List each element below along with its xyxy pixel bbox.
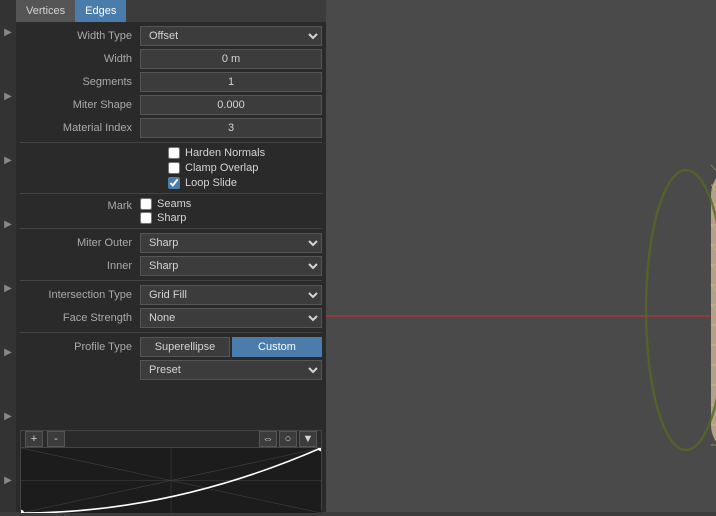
miter-shape-label: Miter Shape — [20, 99, 140, 111]
harden-normals-checkbox[interactable] — [168, 147, 180, 159]
curve-svg — [21, 448, 321, 513]
curve-remove-btn[interactable]: - — [47, 431, 65, 447]
tab-vertices[interactable]: Vertices — [16, 0, 75, 22]
inner-label: Inner — [20, 260, 140, 272]
curve-canvas[interactable] — [21, 448, 321, 513]
intersection-type-label: Intersection Type — [20, 289, 140, 301]
segments-label: Segments — [20, 76, 140, 88]
loop-slide-row: Loop Slide — [20, 177, 322, 189]
properties-panel: Width Type Offset Width Depth Height Wid… — [16, 22, 326, 428]
custom-btn[interactable]: Custom — [232, 337, 322, 357]
tab-edges[interactable]: Edges — [75, 0, 126, 22]
nav-arrow-8[interactable]: ▶ — [4, 475, 12, 486]
curve-editor: + - ⇔ ○ ▼ — [20, 430, 322, 510]
face-strength-label: Face Strength — [20, 312, 140, 324]
width-type-label: Width Type — [20, 30, 140, 42]
side-nav: ▶ ▶ ▶ ▶ ▶ ▶ ▶ ▶ — [0, 0, 16, 512]
clamp-overlap-label: Clamp Overlap — [185, 162, 258, 174]
preset-row: Preset — [20, 360, 322, 380]
curve-display-btn1[interactable]: ⇔ — [259, 431, 277, 447]
sharp-label: Sharp — [157, 212, 186, 224]
curve-toolbar: + - ⇔ ○ ▼ — [21, 431, 321, 448]
nav-arrow-7[interactable]: ▶ — [4, 411, 12, 422]
intersection-type-row: Intersection Type Grid Fill Cutoff Inner… — [20, 285, 322, 305]
nav-arrow-5[interactable]: ▶ — [4, 283, 12, 294]
curve-settings-btn[interactable]: ▼ — [299, 431, 317, 447]
harden-normals-row: Harden Normals — [20, 147, 322, 159]
width-row: Width — [20, 49, 322, 69]
mark-section: Mark Seams Sharp — [20, 198, 322, 224]
clamp-overlap-row: Clamp Overlap — [20, 162, 322, 174]
seams-row: Seams — [140, 198, 191, 210]
material-index-row: Material Index — [20, 118, 322, 138]
miter-outer-label: Miter Outer — [20, 237, 140, 249]
miter-outer-row: Miter Outer Sharp Patch Arc — [20, 233, 322, 253]
width-input[interactable] — [140, 49, 322, 69]
seams-checkbox[interactable] — [140, 198, 152, 210]
profile-type-row: Profile Type Superellipse Custom — [20, 337, 322, 357]
top-tabs: Vertices Edges — [16, 0, 326, 22]
harden-normals-label: Harden Normals — [185, 147, 265, 159]
width-type-dropdown[interactable]: Offset Width Depth Height — [140, 26, 322, 46]
face-strength-row: Face Strength None New Affected All — [20, 308, 322, 328]
viewport[interactable] — [326, 0, 716, 512]
miter-outer-dropdown[interactable]: Sharp Patch Arc — [140, 233, 322, 253]
loop-slide-checkbox[interactable] — [168, 177, 180, 189]
inner-row: Inner Sharp Patch Arc — [20, 256, 322, 276]
superellipse-btn[interactable]: Superellipse — [140, 337, 230, 357]
segments-row: Segments — [20, 72, 322, 92]
curve-add-btn[interactable]: + — [25, 431, 43, 447]
nav-arrow-1[interactable]: ▶ — [4, 27, 12, 38]
material-index-input[interactable] — [140, 118, 322, 138]
face-strength-dropdown[interactable]: None New Affected All — [140, 308, 322, 328]
clamp-overlap-checkbox[interactable] — [168, 162, 180, 174]
viewport-svg — [326, 0, 716, 512]
loop-slide-label: Loop Slide — [185, 177, 237, 189]
curve-display-btn2[interactable]: ○ — [279, 431, 297, 447]
material-index-label: Material Index — [20, 122, 140, 134]
miter-shape-input[interactable] — [140, 95, 322, 115]
width-type-row: Width Type Offset Width Depth Height — [20, 26, 322, 46]
nav-arrow-2[interactable]: ▶ — [4, 91, 12, 102]
seams-label: Seams — [157, 198, 191, 210]
sharp-row: Sharp — [140, 212, 191, 224]
segments-input[interactable] — [140, 72, 322, 92]
preset-dropdown[interactable]: Preset — [140, 360, 322, 380]
width-label: Width — [20, 53, 140, 65]
nav-arrow-6[interactable]: ▶ — [4, 347, 12, 358]
miter-shape-row: Miter Shape — [20, 95, 322, 115]
intersection-type-dropdown[interactable]: Grid Fill Cutoff Innerface — [140, 285, 322, 305]
mark-label: Mark — [20, 198, 140, 212]
inner-dropdown[interactable]: Sharp Patch Arc — [140, 256, 322, 276]
nav-arrow-4[interactable]: ▶ — [4, 219, 12, 230]
profile-type-label: Profile Type — [20, 341, 140, 353]
sharp-checkbox[interactable] — [140, 212, 152, 224]
nav-arrow-3[interactable]: ▶ — [4, 155, 12, 166]
